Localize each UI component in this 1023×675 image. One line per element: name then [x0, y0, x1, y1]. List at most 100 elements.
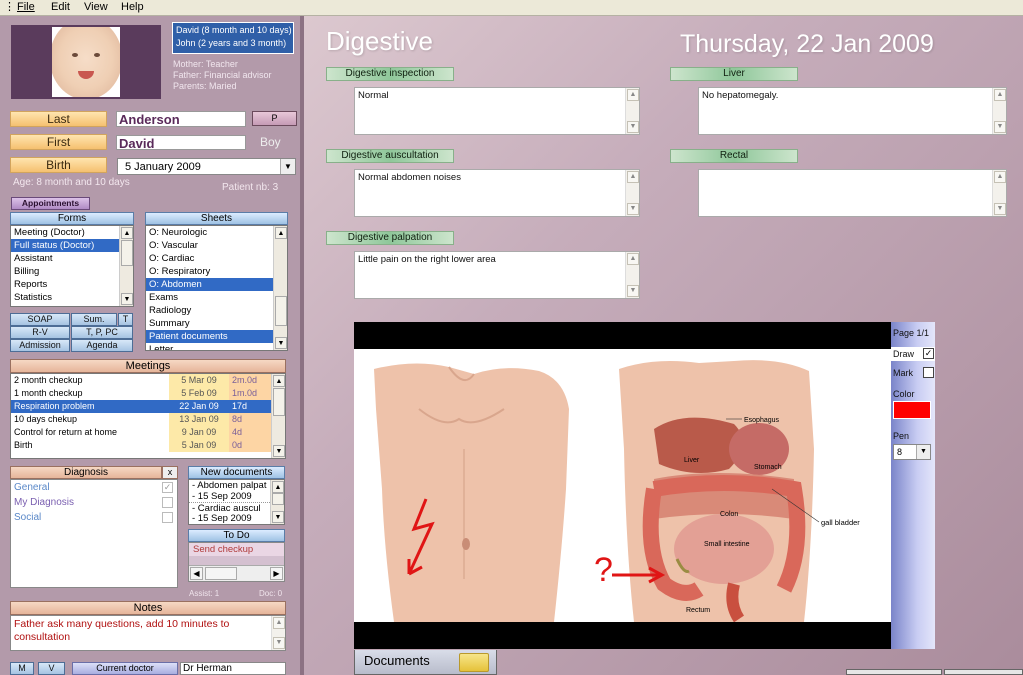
- rv-button[interactable]: R-V: [10, 326, 70, 339]
- scroll-right-icon[interactable]: ▶: [270, 567, 283, 580]
- forms-list[interactable]: Meeting (Doctor) Full status (Doctor) As…: [10, 225, 134, 307]
- form-item[interactable]: Statistics: [11, 291, 133, 304]
- sibling-item[interactable]: David (8 month and 10 days): [176, 24, 292, 37]
- chevron-down-icon[interactable]: ▼: [280, 159, 295, 174]
- tppc-button[interactable]: T, P, PC: [71, 326, 133, 339]
- sibling-item[interactable]: John (2 years and 3 month): [176, 37, 290, 50]
- forms-scrollbar[interactable]: ▲ ▼: [119, 226, 133, 306]
- color-swatch[interactable]: [893, 401, 931, 419]
- last-name-field[interactable]: Anderson: [116, 111, 246, 127]
- form-item[interactable]: Full status (Doctor): [11, 239, 120, 252]
- scroll-down-icon[interactable]: ▼: [275, 337, 287, 349]
- sheet-item[interactable]: Radiology: [146, 304, 287, 317]
- chevron-down-icon[interactable]: ▼: [916, 445, 930, 459]
- scroll-down-icon[interactable]: ▼: [273, 445, 285, 457]
- t-button[interactable]: T: [118, 313, 133, 326]
- menu-help[interactable]: Help: [121, 1, 144, 13]
- sheet-item[interactable]: O: Abdomen: [146, 278, 273, 291]
- field-scrollbar[interactable]: ▲ ▼: [992, 88, 1006, 134]
- form-item[interactable]: Reports: [11, 278, 133, 291]
- new-documents-list[interactable]: - Abdomen palpat - 15 Sep 2009 - Cardiac…: [188, 479, 285, 525]
- scroll-up-icon[interactable]: ▲: [275, 227, 287, 239]
- sheet-item[interactable]: O: Neurologic: [146, 226, 287, 239]
- inspection-field[interactable]: Normal ▲ ▼: [354, 87, 640, 135]
- diagnosis-item-general[interactable]: General: [14, 482, 50, 493]
- scroll-up-icon[interactable]: ▲: [121, 227, 133, 239]
- diagnosis-item-my[interactable]: My Diagnosis: [14, 497, 74, 508]
- palpation-field[interactable]: Little pain on the right lower area ▲ ▼: [354, 251, 640, 299]
- siblings-list[interactable]: David (8 month and 10 days) John (2 year…: [172, 22, 294, 54]
- documents-tab[interactable]: Documents: [354, 650, 497, 675]
- soap-button[interactable]: SOAP: [10, 313, 70, 326]
- auscultation-field[interactable]: Normal abdomen noises ▲ ▼: [354, 169, 640, 217]
- form-item[interactable]: Meeting (Doctor): [11, 226, 133, 239]
- scroll-left-icon[interactable]: ◀: [190, 567, 203, 580]
- bottom-button-2[interactable]: [944, 669, 1023, 675]
- meeting-row[interactable]: Control for return at home 9 Jan 09 4d: [11, 426, 285, 439]
- form-item[interactable]: Billing: [11, 265, 133, 278]
- diagnosis-checkbox-general[interactable]: ✓: [162, 482, 173, 493]
- scroll-thumb[interactable]: [273, 388, 285, 416]
- scroll-thumb[interactable]: [272, 493, 284, 505]
- sheet-item[interactable]: Letter: [146, 343, 287, 350]
- field-scrollbar[interactable]: ▲ ▼: [625, 88, 639, 134]
- menu-edit[interactable]: Edit: [51, 1, 70, 13]
- scroll-thumb[interactable]: [121, 240, 133, 266]
- meeting-row[interactable]: 1 month checkup 5 Feb 09 1m.0d: [11, 387, 285, 400]
- v-button[interactable]: V: [38, 662, 65, 675]
- menu-view[interactable]: View: [84, 1, 108, 13]
- field-scrollbar[interactable]: ▲ ▼: [625, 170, 639, 216]
- new-documents-scrollbar[interactable]: ▲ ▼: [270, 480, 284, 524]
- sheet-item[interactable]: O: Vascular: [146, 239, 287, 252]
- appointments-button[interactable]: Appointments: [11, 197, 90, 210]
- menu-file[interactable]: File: [17, 1, 35, 13]
- first-name-field[interactable]: David: [116, 135, 246, 151]
- m-button[interactable]: M: [10, 662, 34, 675]
- scroll-up-icon[interactable]: ▲: [272, 481, 284, 493]
- current-doctor-field[interactable]: Dr Herman: [180, 662, 286, 675]
- rectal-field[interactable]: ▲ ▼: [698, 169, 1007, 217]
- meeting-row[interactable]: Respiration problem 22 Jan 09 17d: [11, 400, 285, 413]
- diagnosis-item-social[interactable]: Social: [14, 512, 41, 523]
- meeting-row[interactable]: 10 days chekup 13 Jan 09 8d: [11, 413, 285, 426]
- diagnosis-checkbox-my[interactable]: [162, 497, 173, 508]
- scroll-thumb[interactable]: [205, 567, 237, 580]
- anatomy-image-panel[interactable]: Esophagus Liver Stomach Colon gall bladd…: [354, 322, 892, 649]
- notes-textarea[interactable]: Father ask many questions, add 10 minute…: [10, 615, 286, 651]
- liver-field[interactable]: No hepatomegaly. ▲ ▼: [698, 87, 1007, 135]
- scroll-down-icon[interactable]: ▼: [121, 293, 133, 305]
- form-item[interactable]: Assistant: [11, 252, 133, 265]
- sheets-scrollbar[interactable]: ▲ ▼: [273, 226, 287, 350]
- todo-list[interactable]: Send checkup ◀ ▶: [188, 542, 285, 582]
- anatomy-image[interactable]: Esophagus Liver Stomach Colon gall bladd…: [354, 349, 892, 622]
- sheet-item[interactable]: O: Cardiac: [146, 252, 287, 265]
- agenda-button[interactable]: Agenda: [71, 339, 133, 352]
- anatomy-drawing[interactable]: Esophagus Liver Stomach Colon gall bladd…: [354, 349, 892, 622]
- bottom-button-1[interactable]: [846, 669, 942, 675]
- admission-button[interactable]: Admission: [10, 339, 70, 352]
- sheet-item[interactable]: O: Respiratory: [146, 265, 287, 278]
- meetings-table[interactable]: 2 month checkup 5 Mar 09 2m.0d 1 month chec…: [10, 373, 286, 459]
- field-scrollbar[interactable]: ▲ ▼: [625, 252, 639, 298]
- draw-checkbox[interactable]: ✓: [923, 348, 934, 359]
- todo-hscrollbar[interactable]: ◀ ▶: [189, 565, 284, 581]
- notes-scrollbar[interactable]: ▲ ▼: [271, 616, 285, 650]
- scroll-down-icon[interactable]: ▼: [272, 511, 284, 523]
- pen-size-select[interactable]: 8 ▼: [893, 444, 931, 460]
- birth-date-select[interactable]: 5 January 2009 ▼: [117, 158, 296, 175]
- scroll-thumb[interactable]: [275, 296, 287, 326]
- scroll-up-icon[interactable]: ▲: [273, 375, 285, 387]
- field-scrollbar[interactable]: ▲ ▼: [992, 170, 1006, 216]
- p-button[interactable]: P: [252, 111, 297, 126]
- meeting-row[interactable]: 2 month checkup 5 Mar 09 2m.0d: [11, 374, 285, 387]
- mark-checkbox[interactable]: [923, 367, 934, 378]
- meeting-row[interactable]: Birth 5 Jan 09 0d: [11, 439, 285, 452]
- close-icon[interactable]: x: [162, 466, 178, 479]
- summary-button[interactable]: Sum.: [71, 313, 117, 326]
- meetings-scrollbar[interactable]: ▲ ▼: [271, 374, 285, 458]
- todo-item[interactable]: Send checkup: [189, 543, 284, 556]
- sheet-item[interactable]: Summary: [146, 317, 287, 330]
- sheet-item[interactable]: Patient documents: [146, 330, 273, 343]
- diagnosis-list[interactable]: General My Diagnosis Social ✓: [10, 479, 178, 588]
- sheet-item[interactable]: Exams: [146, 291, 287, 304]
